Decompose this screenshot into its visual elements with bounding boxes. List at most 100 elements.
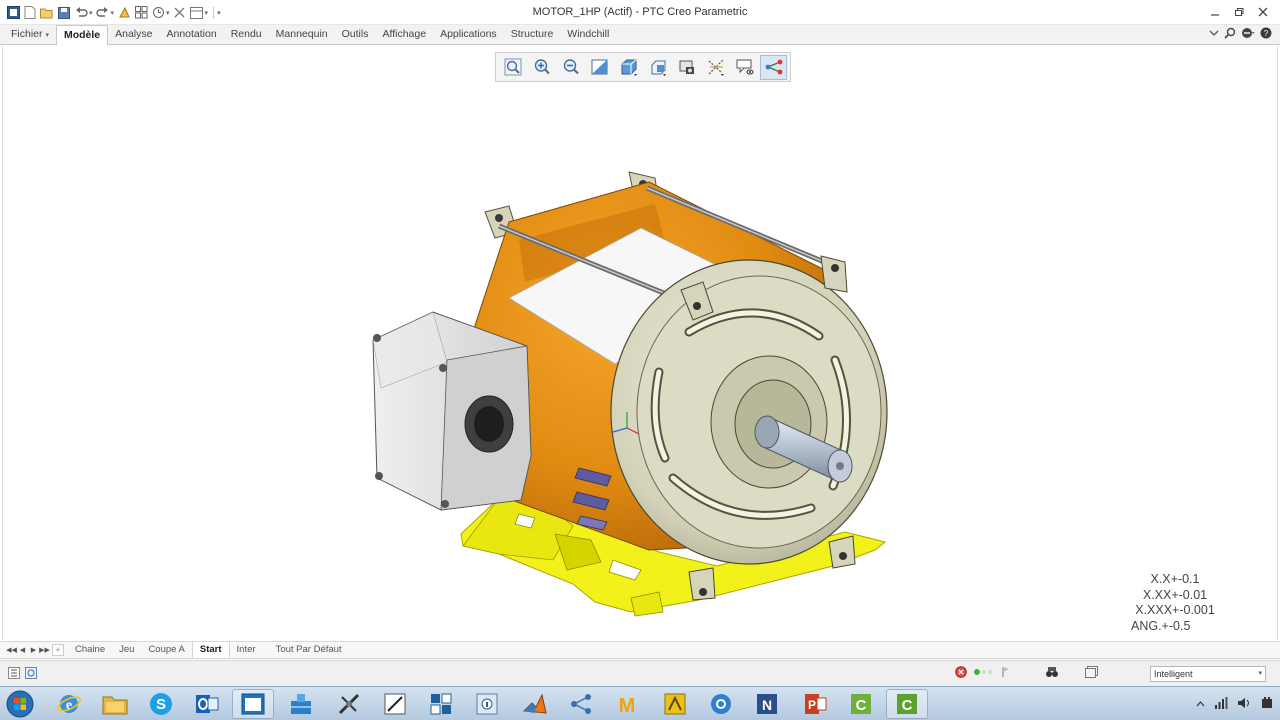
maximize-button[interactable] — [1228, 3, 1250, 21]
new-file-icon[interactable] — [23, 6, 37, 20]
volume-icon[interactable] — [1237, 696, 1251, 713]
model-tab-jeu[interactable]: Jeu — [112, 642, 141, 658]
ribbon-right-controls: ? — [1209, 27, 1272, 42]
model-tab-bar: ◀◀ ◀ ▶ ▶▶ + Chaine Jeu Coupe A Start Int… — [0, 641, 1280, 659]
show-hidden-icons-icon[interactable] — [1196, 699, 1205, 711]
sketch-tool-icon[interactable] — [328, 689, 370, 719]
pen-tool-icon[interactable] — [374, 689, 416, 719]
grid-tool-icon[interactable] — [420, 689, 462, 719]
model-tab-tout-par-defaut[interactable]: Tout Par Défaut — [269, 642, 349, 658]
internet-explorer-icon[interactable]: e — [48, 689, 90, 719]
display-style-icon[interactable] — [615, 55, 642, 80]
layout-icon[interactable] — [190, 6, 204, 20]
navigator-toggle-icon[interactable] — [8, 667, 20, 682]
browser-toggle-icon[interactable] — [25, 667, 37, 682]
tab-rendu[interactable]: Rendu — [224, 25, 269, 45]
zoom-out-icon[interactable] — [557, 55, 584, 80]
tab-mannequin[interactable]: Mannequin — [269, 25, 335, 45]
quick-access-toolbar: ▾ ▾ ▾ ▾ ▾ — [6, 4, 221, 21]
matlab-icon[interactable] — [514, 689, 556, 719]
save-icon[interactable] — [57, 6, 71, 20]
svg-text:C: C — [856, 697, 867, 714]
prev-tab-icon[interactable]: ◀ — [17, 646, 28, 654]
open-file-icon[interactable] — [40, 6, 54, 20]
share-tool-icon[interactable] — [560, 689, 602, 719]
minimize-ribbon-icon[interactable] — [1209, 28, 1219, 41]
tab-applications[interactable]: Applications — [433, 25, 504, 45]
add-tab-icon[interactable]: + — [52, 644, 64, 656]
model-tab-start[interactable]: Start — [191, 642, 230, 658]
powerpoint-icon[interactable]: P — [794, 689, 836, 719]
tolerance-line: ANG.+-0.5 — [1131, 618, 1191, 633]
model-tab-inter[interactable]: Inter — [230, 642, 263, 658]
tab-annotation[interactable]: Annotation — [159, 25, 223, 45]
blue-tool-icon[interactable] — [280, 689, 322, 719]
tab-windchill[interactable]: Windchill — [560, 25, 616, 45]
graphics-area[interactable]: X.X+-0.1 X.XX+-0.01 X.XXX+-0.001 ANG.+-0… — [2, 46, 1278, 640]
minimize-button[interactable] — [1204, 3, 1226, 21]
network-icon[interactable] — [1214, 696, 1228, 713]
saved-orientations-icon[interactable] — [644, 55, 671, 80]
model-tab-coupe-a[interactable]: Coupe A — [141, 642, 191, 658]
tab-affichage[interactable]: Affichage — [375, 25, 433, 45]
find-icon[interactable] — [1045, 666, 1059, 681]
spin-center-icon[interactable] — [760, 54, 787, 80]
view-manager-icon[interactable] — [673, 55, 700, 80]
windows-icon[interactable] — [134, 6, 148, 20]
tolerance-line: X.XX+-0.01 — [1142, 587, 1208, 602]
svg-text:?: ? — [1264, 29, 1269, 38]
mathcad-icon[interactable]: M — [606, 689, 648, 719]
onenote-icon[interactable]: N — [746, 689, 788, 719]
close-button[interactable] — [1252, 3, 1274, 21]
datum-display-icon[interactable] — [702, 55, 729, 80]
start-button[interactable] — [4, 689, 36, 719]
tab-analyse[interactable]: Analyse — [108, 25, 159, 45]
first-tab-icon[interactable]: ◀◀ — [6, 646, 17, 654]
chrome-like-icon[interactable] — [700, 689, 742, 719]
chevron-down-icon: ▾ — [45, 32, 49, 39]
motor-model-3d[interactable] — [359, 122, 895, 622]
skype-icon[interactable]: S — [140, 689, 182, 719]
yellow-tool-icon[interactable] — [654, 689, 696, 719]
file-explorer-icon[interactable] — [94, 689, 136, 719]
regen-manager-icon[interactable] — [151, 6, 165, 20]
tab-outils[interactable]: Outils — [335, 25, 376, 45]
next-tab-icon[interactable]: ▶ — [28, 646, 39, 654]
redo-icon[interactable] — [96, 6, 110, 20]
zoom-in-icon[interactable] — [528, 55, 555, 80]
windows-taskbar: e S M N P C C — [0, 686, 1280, 720]
customize-qat-icon[interactable]: ▾ — [217, 9, 221, 17]
last-tab-icon[interactable]: ▶▶ — [39, 646, 50, 654]
creo-app-icon[interactable] — [6, 6, 20, 20]
chevron-down-icon: ▾ — [1258, 670, 1262, 677]
help-question-icon[interactable]: ? — [1260, 27, 1272, 42]
info-tool-icon[interactable] — [466, 689, 508, 719]
svg-text:S: S — [156, 696, 166, 713]
tab-structure[interactable]: Structure — [504, 25, 561, 45]
creo-parametric-icon[interactable]: C — [886, 689, 928, 719]
creo-icon[interactable]: C — [840, 689, 882, 719]
flag-icon[interactable] — [1001, 666, 1011, 681]
tab-fichier[interactable]: Fichier ▾ — [4, 25, 56, 45]
svg-text:M: M — [619, 695, 636, 717]
ribbon-tab-bar: Fichier ▾ Modèle Analyse Annotation Rend… — [0, 25, 1280, 46]
regen-status-icon[interactable] — [955, 666, 967, 681]
refit-icon[interactable] — [499, 55, 526, 80]
selection-filter-dropdown[interactable]: Intelligent ▾ — [1150, 666, 1266, 682]
tab-modele[interactable]: Modèle — [55, 25, 109, 46]
power-icon[interactable] — [1260, 696, 1274, 713]
selection-list-icon[interactable] — [1085, 666, 1099, 681]
window-app-icon[interactable] — [232, 689, 274, 719]
repaint-icon[interactable] — [586, 55, 613, 80]
model-tab-chaine[interactable]: Chaine — [68, 642, 112, 658]
search-icon[interactable] — [1224, 27, 1236, 42]
annotation-display-icon[interactable] — [731, 55, 758, 80]
help-icon[interactable] — [1241, 27, 1255, 42]
regenerate-icon[interactable] — [117, 6, 131, 20]
svg-text:C: C — [902, 697, 913, 714]
undo-icon[interactable] — [74, 6, 88, 20]
svg-text:N: N — [762, 697, 772, 713]
outlook-icon[interactable] — [186, 689, 228, 719]
terminal-box[interactable] — [372, 311, 532, 511]
close-window-icon[interactable] — [173, 6, 187, 20]
